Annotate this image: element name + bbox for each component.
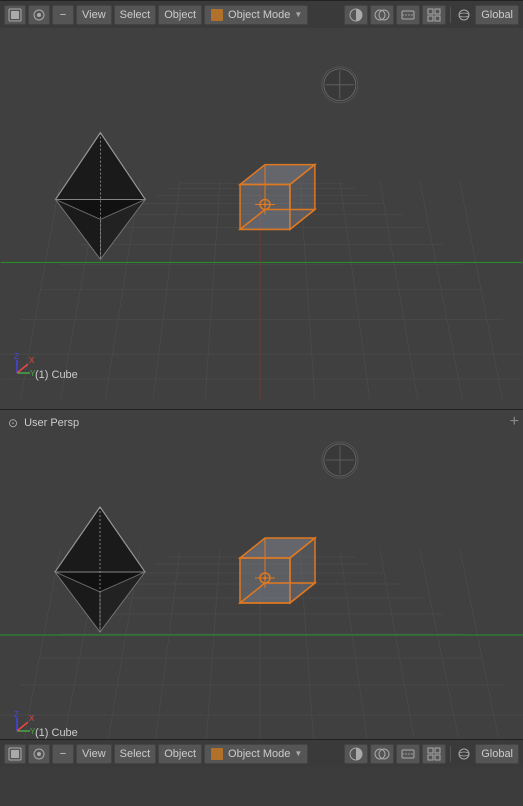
svg-text:Z: Z (14, 710, 19, 719)
toolbar-top-dot[interactable] (28, 5, 50, 25)
svg-text:X: X (29, 356, 35, 365)
viewport-header-bottom: ⊙ User Persp (8, 416, 79, 430)
toolbar-bottom-minus[interactable]: − (52, 744, 74, 764)
select-btn-bottom[interactable]: Select (114, 744, 157, 764)
toolbar-sep-top (450, 7, 451, 23)
viewport-add-bottom[interactable]: + (510, 414, 519, 430)
object-btn-top[interactable]: Object (158, 5, 202, 25)
global-btn-bottom[interactable]: Global (475, 744, 519, 764)
toolbar-bottom: − View Select Object Object Mode ▼ (0, 739, 523, 767)
toolbar-sep-bottom (450, 746, 451, 762)
view-btn-top[interactable]: View (76, 5, 112, 25)
mode-dropdown-top[interactable]: Object Mode ▼ (204, 5, 308, 25)
status-bottom: (1) Cube (35, 727, 78, 739)
svg-text:Z: Z (14, 352, 19, 361)
scene-top (0, 0, 523, 409)
toolbar-bottom-toggle[interactable] (4, 744, 26, 764)
viewport-bottom[interactable]: ⊙ User Persp + Y Z X (1) Cube − View Sel… (0, 410, 523, 767)
viewport-shading-solid-bottom[interactable] (344, 744, 368, 764)
xray-btn-bottom[interactable] (396, 744, 420, 764)
toolbar-top: − View Select Object Object Mode ▼ (0, 0, 523, 28)
viewport-top[interactable]: ⊙ User Persp + Y Z X (1) Cube − View Sel… (0, 0, 523, 410)
svg-text:X: X (29, 714, 35, 723)
viewport-shading-solid-top[interactable] (344, 5, 368, 25)
viewport-type-icon-bottom: ⊙ (8, 416, 18, 430)
toolbar-top-toggle[interactable] (4, 5, 26, 25)
gizmo-btn-top[interactable] (422, 5, 446, 25)
scene-bottom (0, 410, 523, 767)
overlay-btn-top[interactable] (370, 5, 394, 25)
gizmo-btn-bottom[interactable] (422, 744, 446, 764)
global-btn-top[interactable]: Global (475, 5, 519, 25)
mode-dropdown-bottom[interactable]: Object Mode ▼ (204, 744, 308, 764)
viewport-title-bottom: User Persp (24, 417, 79, 429)
object-btn-bottom[interactable]: Object (158, 744, 202, 764)
overlay-btn-bottom[interactable] (370, 744, 394, 764)
xray-btn-top[interactable] (396, 5, 420, 25)
status-top: (1) Cube (35, 369, 78, 381)
view-btn-bottom[interactable]: View (76, 744, 112, 764)
gizmo-sphere-top (457, 8, 471, 22)
toolbar-top-minus[interactable]: − (52, 5, 74, 25)
gizmo-sphere-bottom (457, 747, 471, 761)
toolbar-bottom-dot[interactable] (28, 744, 50, 764)
select-btn-top[interactable]: Select (114, 5, 157, 25)
